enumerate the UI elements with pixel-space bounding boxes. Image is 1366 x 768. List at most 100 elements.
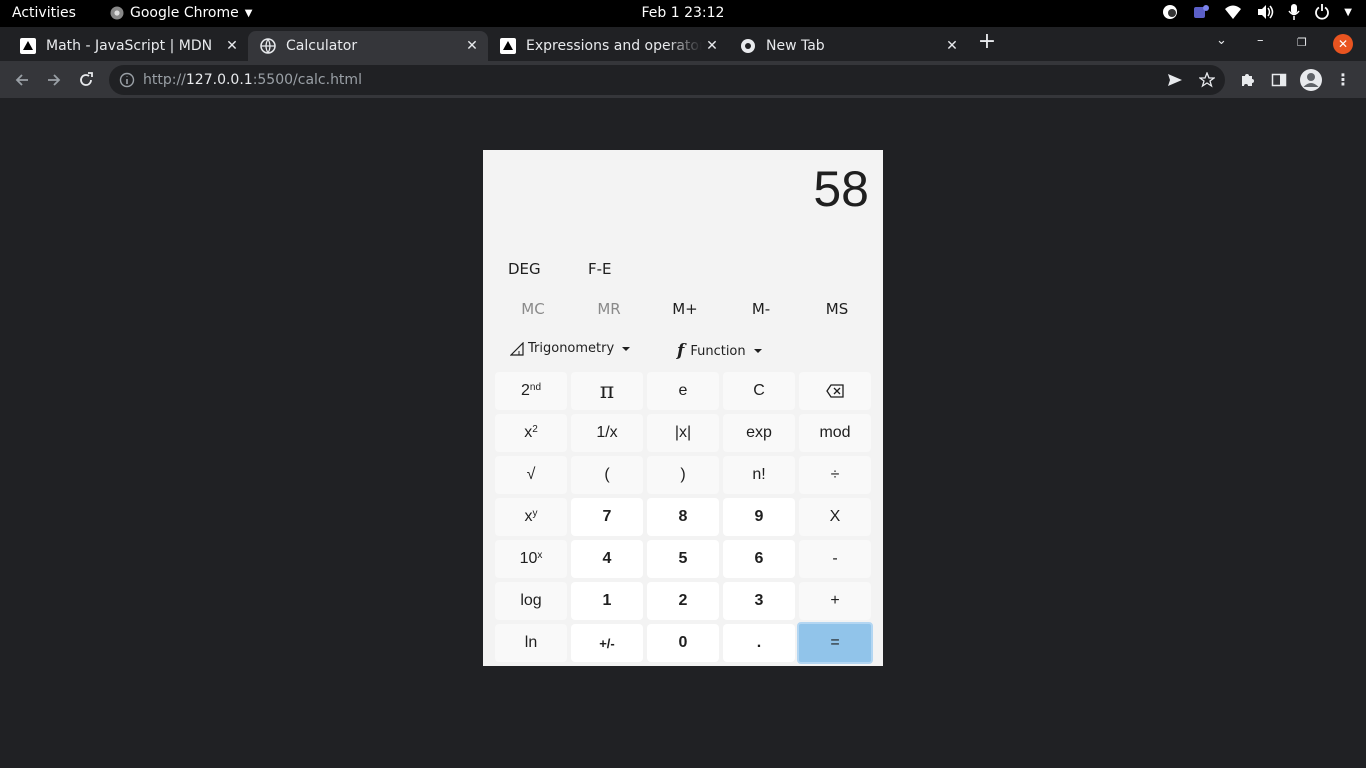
system-tray[interactable]: ▼: [1162, 4, 1352, 20]
digit-8-button[interactable]: 8: [647, 498, 719, 536]
angle-mode-button[interactable]: DEG: [508, 260, 541, 278]
divide-button[interactable]: ÷: [799, 456, 871, 494]
square-button[interactable]: x2: [495, 414, 567, 452]
clock[interactable]: Feb 1 23:12: [642, 5, 725, 21]
function-dropdown[interactable]: f Function: [677, 341, 762, 361]
euler-button[interactable]: e: [647, 372, 719, 410]
ln-button[interactable]: ln: [495, 624, 567, 662]
chrome-icon: [741, 39, 755, 53]
more-vert-icon: ⋮: [1335, 70, 1351, 89]
backspace-button[interactable]: [799, 372, 871, 410]
send-to-devices-button[interactable]: [1164, 69, 1186, 91]
extensions-button[interactable]: [1236, 69, 1258, 91]
chevron-down-icon: ⌄: [1216, 33, 1227, 48]
reload-button[interactable]: [75, 69, 97, 91]
close-paren-button[interactable]: ): [647, 456, 719, 494]
digit-6-button[interactable]: 6: [723, 540, 795, 578]
digit-7-button[interactable]: 7: [571, 498, 643, 536]
new-tab-button[interactable]: +: [976, 31, 998, 54]
teams-icon[interactable]: [1192, 4, 1210, 20]
tab-expressions-operators[interactable]: Expressions and operators ✕: [488, 31, 728, 61]
tab-title: Expressions and operators: [526, 38, 702, 54]
activities-button[interactable]: Activities: [12, 5, 76, 21]
star-icon: [1199, 72, 1215, 88]
side-panel-button[interactable]: [1268, 69, 1290, 91]
factorial-button[interactable]: n!: [723, 456, 795, 494]
memory-add-button[interactable]: M+: [647, 300, 723, 318]
power-icon[interactable]: [1314, 4, 1330, 20]
triangle-ruler-icon: [510, 341, 524, 356]
address-bar[interactable]: http://127.0.0.1:5500/calc.html: [109, 65, 1225, 95]
memory-recall-button[interactable]: MR: [571, 300, 647, 318]
tab-new-tab[interactable]: New Tab ✕: [728, 31, 968, 61]
digit-5-button[interactable]: 5: [647, 540, 719, 578]
close-icon[interactable]: ✕: [702, 38, 722, 54]
digit-2-button[interactable]: 2: [647, 582, 719, 620]
close-icon[interactable]: ✕: [462, 38, 482, 54]
tab-math-mdn[interactable]: Math - JavaScript | MDN ✕: [8, 31, 248, 61]
back-button[interactable]: [11, 69, 33, 91]
digit-1-button[interactable]: 1: [571, 582, 643, 620]
log-button[interactable]: log: [495, 582, 567, 620]
forward-button[interactable]: [43, 69, 65, 91]
open-paren-button[interactable]: (: [571, 456, 643, 494]
close-window-button[interactable]: ✕: [1333, 34, 1353, 54]
chrome-icon: [110, 6, 124, 20]
equals-button[interactable]: =: [797, 622, 873, 664]
tab-title: New Tab: [766, 38, 825, 54]
restore-button[interactable]: ❐: [1297, 36, 1307, 49]
restore-icon: ❐: [1297, 36, 1307, 49]
close-icon[interactable]: ✕: [222, 38, 242, 54]
function-icon: f: [677, 341, 685, 361]
second-function-button[interactable]: 2nd: [495, 372, 567, 410]
add-button[interactable]: +: [799, 582, 871, 620]
bookmark-button[interactable]: [1196, 69, 1218, 91]
info-icon[interactable]: [119, 72, 135, 88]
url-scheme: http://: [143, 72, 186, 88]
chevron-down-icon: [753, 349, 762, 353]
negate-button[interactable]: +/-: [571, 624, 643, 662]
app-menu[interactable]: Google Chrome ▼: [110, 5, 252, 21]
close-icon[interactable]: ✕: [942, 38, 962, 54]
reciprocal-button[interactable]: 1/x: [571, 414, 643, 452]
absolute-button[interactable]: |x|: [647, 414, 719, 452]
memory-store-button[interactable]: MS: [799, 300, 875, 318]
digit-4-button[interactable]: 4: [571, 540, 643, 578]
wifi-icon[interactable]: [1224, 4, 1242, 20]
app-menu-label: Google Chrome: [130, 5, 239, 21]
fe-toggle-button[interactable]: F-E: [588, 260, 612, 278]
digit-0-button[interactable]: 0: [647, 624, 719, 662]
memory-subtract-button[interactable]: M-: [723, 300, 799, 318]
url-path: :5500/calc.html: [252, 72, 362, 88]
digit-9-button[interactable]: 9: [723, 498, 795, 536]
sqrt-button[interactable]: √: [495, 456, 567, 494]
mod-button[interactable]: mod: [799, 414, 871, 452]
memory-clear-button[interactable]: MC: [495, 300, 571, 318]
arrow-left-icon: [15, 74, 28, 86]
chrome-menu-button[interactable]: ⋮: [1332, 69, 1354, 91]
tab-title: Math - JavaScript | MDN: [46, 38, 213, 54]
digit-3-button[interactable]: 3: [723, 582, 795, 620]
memory-bar: MC MR M+ M- MS: [495, 300, 875, 322]
subtract-button[interactable]: -: [799, 540, 871, 578]
color-picker-icon[interactable]: [1162, 4, 1178, 20]
minimize-button[interactable]: –: [1257, 33, 1264, 48]
profile-button[interactable]: [1300, 69, 1322, 91]
multiply-button[interactable]: X: [799, 498, 871, 536]
chevron-down-icon[interactable]: ▼: [1344, 7, 1352, 18]
microphone-icon[interactable]: [1288, 4, 1300, 20]
exp-button[interactable]: exp: [723, 414, 795, 452]
tab-calculator[interactable]: Calculator ✕: [248, 31, 488, 61]
calculator: 5 8 DEG F-E MC MR M+ M- MS Trigonometry f…: [483, 150, 883, 666]
trigonometry-dropdown[interactable]: Trigonometry: [510, 341, 631, 356]
power-button[interactable]: xy: [495, 498, 567, 536]
decimal-button[interactable]: .: [723, 624, 795, 662]
volume-icon[interactable]: [1256, 4, 1274, 20]
chevron-down-icon: ▼: [244, 7, 253, 19]
function-label: Function: [690, 343, 746, 359]
globe-icon: [260, 38, 276, 54]
tab-search-button[interactable]: ⌄: [1216, 33, 1227, 48]
ten-power-button[interactable]: 10 x: [495, 540, 567, 578]
pi-button[interactable]: π: [571, 372, 643, 410]
clear-button[interactable]: C: [723, 372, 795, 410]
